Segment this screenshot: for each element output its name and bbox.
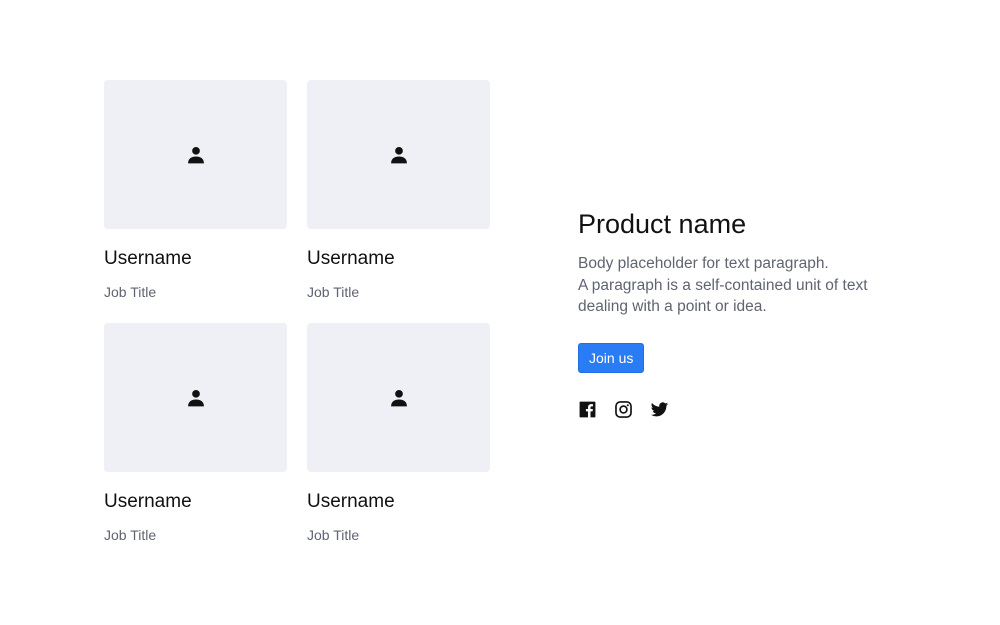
member-job-title: Job Title bbox=[104, 284, 157, 300]
product-name-heading: Product name bbox=[578, 209, 747, 239]
social-links bbox=[578, 400, 908, 419]
member-username: Username bbox=[104, 248, 192, 269]
member-job-title: Job Title bbox=[307, 527, 360, 543]
description-line: dealing with a point or idea. bbox=[578, 298, 767, 315]
user-icon bbox=[390, 146, 407, 163]
twitter-icon[interactable] bbox=[650, 400, 669, 419]
description-line: A paragraph is a self-contained unit of … bbox=[578, 276, 868, 294]
product-info: Product name Body placeholder for text p… bbox=[578, 207, 908, 419]
member-username: Username bbox=[307, 491, 395, 512]
member-job-title: Job Title bbox=[307, 284, 360, 300]
team-grid: Username Job Title Username Job Title Us… bbox=[104, 80, 490, 544]
team-section: Username Job Title Username Job Title Us… bbox=[0, 0, 1000, 625]
profile-photo-placeholder bbox=[307, 323, 490, 472]
profile-photo-placeholder bbox=[104, 80, 287, 229]
profile-photo-placeholder bbox=[307, 80, 490, 229]
team-member-card: Username Job Title bbox=[307, 80, 490, 301]
team-member-card: Username Job Title bbox=[104, 323, 287, 544]
user-icon bbox=[390, 389, 407, 406]
member-job-title: Job Title bbox=[104, 527, 157, 543]
team-member-card: Username Job Title bbox=[104, 80, 287, 301]
instagram-icon[interactable] bbox=[614, 400, 633, 419]
team-member-card: Username Job Title bbox=[307, 323, 490, 544]
user-icon bbox=[187, 146, 204, 163]
profile-photo-placeholder bbox=[104, 323, 287, 472]
member-username: Username bbox=[104, 491, 192, 512]
facebook-icon[interactable] bbox=[578, 400, 597, 419]
description-line: Body placeholder for text paragraph. bbox=[578, 255, 829, 272]
product-description: Body placeholder for text paragraph. A p… bbox=[578, 253, 908, 318]
join-us-button[interactable]: Join us bbox=[578, 342, 645, 373]
member-username: Username bbox=[307, 248, 395, 269]
user-icon bbox=[187, 389, 204, 406]
